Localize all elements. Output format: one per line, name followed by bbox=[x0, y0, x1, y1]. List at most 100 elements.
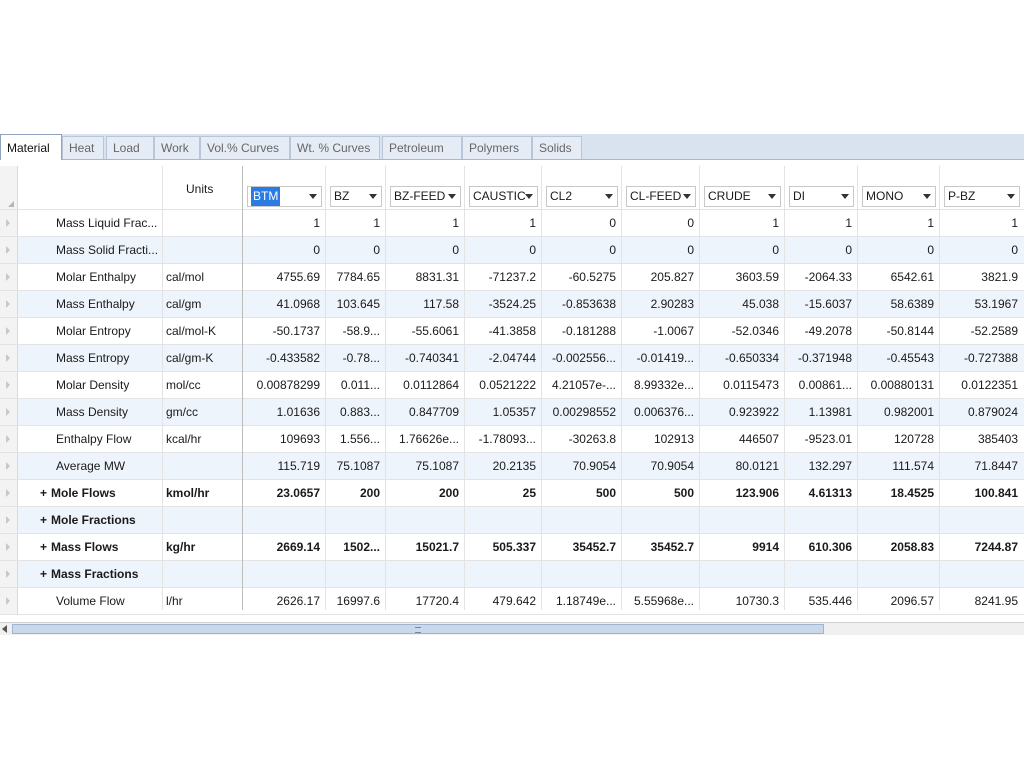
stream-selector-cl-feed[interactable]: CL-FEED bbox=[626, 186, 696, 207]
value-cell[interactable] bbox=[785, 561, 858, 588]
row-selector[interactable] bbox=[0, 453, 18, 480]
value-cell[interactable]: 446507 bbox=[700, 426, 785, 453]
row-selector[interactable] bbox=[0, 399, 18, 426]
value-cell[interactable]: 0.883... bbox=[326, 399, 386, 426]
value-cell[interactable]: 535.446 bbox=[785, 588, 858, 615]
value-cell[interactable]: 103.645 bbox=[326, 291, 386, 318]
value-cell[interactable] bbox=[542, 561, 622, 588]
row-selector[interactable] bbox=[0, 237, 18, 264]
value-cell[interactable]: 0 bbox=[940, 237, 1024, 264]
value-cell[interactable] bbox=[243, 507, 326, 534]
value-cell[interactable]: -58.9... bbox=[326, 318, 386, 345]
value-cell[interactable]: 75.1087 bbox=[386, 453, 465, 480]
dropdown-arrow-icon[interactable] bbox=[448, 194, 456, 199]
value-cell[interactable]: 1 bbox=[386, 210, 465, 237]
value-cell[interactable]: 71.8447 bbox=[940, 453, 1024, 480]
value-cell[interactable]: 0.011... bbox=[326, 372, 386, 399]
value-cell[interactable]: 1.13981 bbox=[785, 399, 858, 426]
value-cell[interactable]: 0.006376... bbox=[622, 399, 700, 426]
value-cell[interactable]: 0 bbox=[326, 237, 386, 264]
dropdown-arrow-icon[interactable] bbox=[923, 194, 931, 199]
value-cell[interactable]: 1502... bbox=[326, 534, 386, 561]
value-cell[interactable]: -0.727388 bbox=[940, 345, 1024, 372]
value-cell[interactable]: 8241.95 bbox=[940, 588, 1024, 615]
value-cell[interactable]: 0 bbox=[542, 237, 622, 264]
value-cell[interactable]: -2.04744 bbox=[465, 345, 542, 372]
value-cell[interactable] bbox=[326, 561, 386, 588]
value-cell[interactable]: 4.21057e-... bbox=[542, 372, 622, 399]
value-cell[interactable]: -3524.25 bbox=[465, 291, 542, 318]
value-cell[interactable]: 9914 bbox=[700, 534, 785, 561]
value-cell[interactable]: 500 bbox=[542, 480, 622, 507]
value-cell[interactable]: 205.827 bbox=[622, 264, 700, 291]
stream-selector-cl2[interactable]: CL2 bbox=[546, 186, 618, 207]
value-cell[interactable]: 17720.4 bbox=[386, 588, 465, 615]
row-selector[interactable] bbox=[0, 345, 18, 372]
value-cell[interactable]: 4.61313 bbox=[785, 480, 858, 507]
value-cell[interactable]: -55.6061 bbox=[386, 318, 465, 345]
value-cell[interactable]: 0.00878299 bbox=[243, 372, 326, 399]
value-cell[interactable]: 2096.57 bbox=[858, 588, 940, 615]
value-cell[interactable]: -0.01419... bbox=[622, 345, 700, 372]
value-cell[interactable]: 1.05357 bbox=[465, 399, 542, 426]
value-cell[interactable]: 2626.17 bbox=[243, 588, 326, 615]
value-cell[interactable]: 0.0112864 bbox=[386, 372, 465, 399]
row-selector[interactable] bbox=[0, 372, 18, 399]
value-cell[interactable]: 0 bbox=[858, 237, 940, 264]
value-cell[interactable] bbox=[940, 507, 1024, 534]
value-cell[interactable] bbox=[465, 507, 542, 534]
expand-plus-icon[interactable]: + bbox=[40, 486, 47, 500]
dropdown-arrow-icon[interactable] bbox=[369, 194, 377, 199]
expand-plus-icon[interactable]: + bbox=[40, 513, 47, 527]
stream-selector-bz[interactable]: BZ bbox=[330, 186, 382, 207]
value-cell[interactable]: 0 bbox=[465, 237, 542, 264]
value-cell[interactable]: 2.90283 bbox=[622, 291, 700, 318]
value-cell[interactable]: -0.45543 bbox=[858, 345, 940, 372]
dropdown-arrow-icon[interactable] bbox=[605, 194, 613, 199]
tab-solids[interactable]: Solids bbox=[532, 136, 582, 159]
value-cell[interactable]: -0.650334 bbox=[700, 345, 785, 372]
value-cell[interactable]: 200 bbox=[386, 480, 465, 507]
value-cell[interactable]: 15021.7 bbox=[386, 534, 465, 561]
row-label[interactable]: + Mole Flows bbox=[40, 480, 162, 507]
value-cell[interactable] bbox=[785, 507, 858, 534]
value-cell[interactable]: 1 bbox=[243, 210, 326, 237]
value-cell[interactable]: -0.002556... bbox=[542, 345, 622, 372]
tab-work[interactable]: Work bbox=[154, 136, 200, 159]
value-cell[interactable]: 0.923922 bbox=[700, 399, 785, 426]
select-all-corner[interactable] bbox=[0, 166, 18, 210]
value-cell[interactable]: 18.4525 bbox=[858, 480, 940, 507]
value-cell[interactable]: 0 bbox=[700, 237, 785, 264]
value-cell[interactable]: 1 bbox=[785, 210, 858, 237]
value-cell[interactable]: 35452.7 bbox=[622, 534, 700, 561]
value-cell[interactable]: 80.0121 bbox=[700, 453, 785, 480]
value-cell[interactable]: -50.1737 bbox=[243, 318, 326, 345]
value-cell[interactable]: 0.0115473 bbox=[700, 372, 785, 399]
value-cell[interactable]: -0.181288 bbox=[542, 318, 622, 345]
value-cell[interactable]: 6542.61 bbox=[858, 264, 940, 291]
value-cell[interactable]: 1 bbox=[326, 210, 386, 237]
row-selector[interactable] bbox=[0, 210, 18, 237]
row-label[interactable]: + Mass Flows bbox=[40, 534, 162, 561]
value-cell[interactable]: 4755.69 bbox=[243, 264, 326, 291]
value-cell[interactable]: -0.433582 bbox=[243, 345, 326, 372]
row-selector[interactable] bbox=[0, 480, 18, 507]
value-cell[interactable] bbox=[622, 561, 700, 588]
expand-plus-icon[interactable]: + bbox=[40, 567, 47, 581]
stream-selector-mono[interactable]: MONO bbox=[862, 186, 936, 207]
value-cell[interactable]: 479.642 bbox=[465, 588, 542, 615]
value-cell[interactable]: -0.853638 bbox=[542, 291, 622, 318]
expand-plus-icon[interactable]: + bbox=[40, 540, 47, 554]
value-cell[interactable]: 70.9054 bbox=[542, 453, 622, 480]
value-cell[interactable]: 8.99332e... bbox=[622, 372, 700, 399]
tab-vol-curves[interactable]: Vol.% Curves bbox=[200, 136, 290, 159]
row-selector[interactable] bbox=[0, 426, 18, 453]
stream-selector-di[interactable]: DI bbox=[789, 186, 854, 207]
dropdown-arrow-icon[interactable] bbox=[525, 194, 533, 199]
value-cell[interactable] bbox=[386, 561, 465, 588]
tab-petroleum[interactable]: Petroleum bbox=[382, 136, 462, 159]
value-cell[interactable]: 8831.31 bbox=[386, 264, 465, 291]
value-cell[interactable]: 1.18749e... bbox=[542, 588, 622, 615]
value-cell[interactable]: -71237.2 bbox=[465, 264, 542, 291]
value-cell[interactable]: 0 bbox=[386, 237, 465, 264]
